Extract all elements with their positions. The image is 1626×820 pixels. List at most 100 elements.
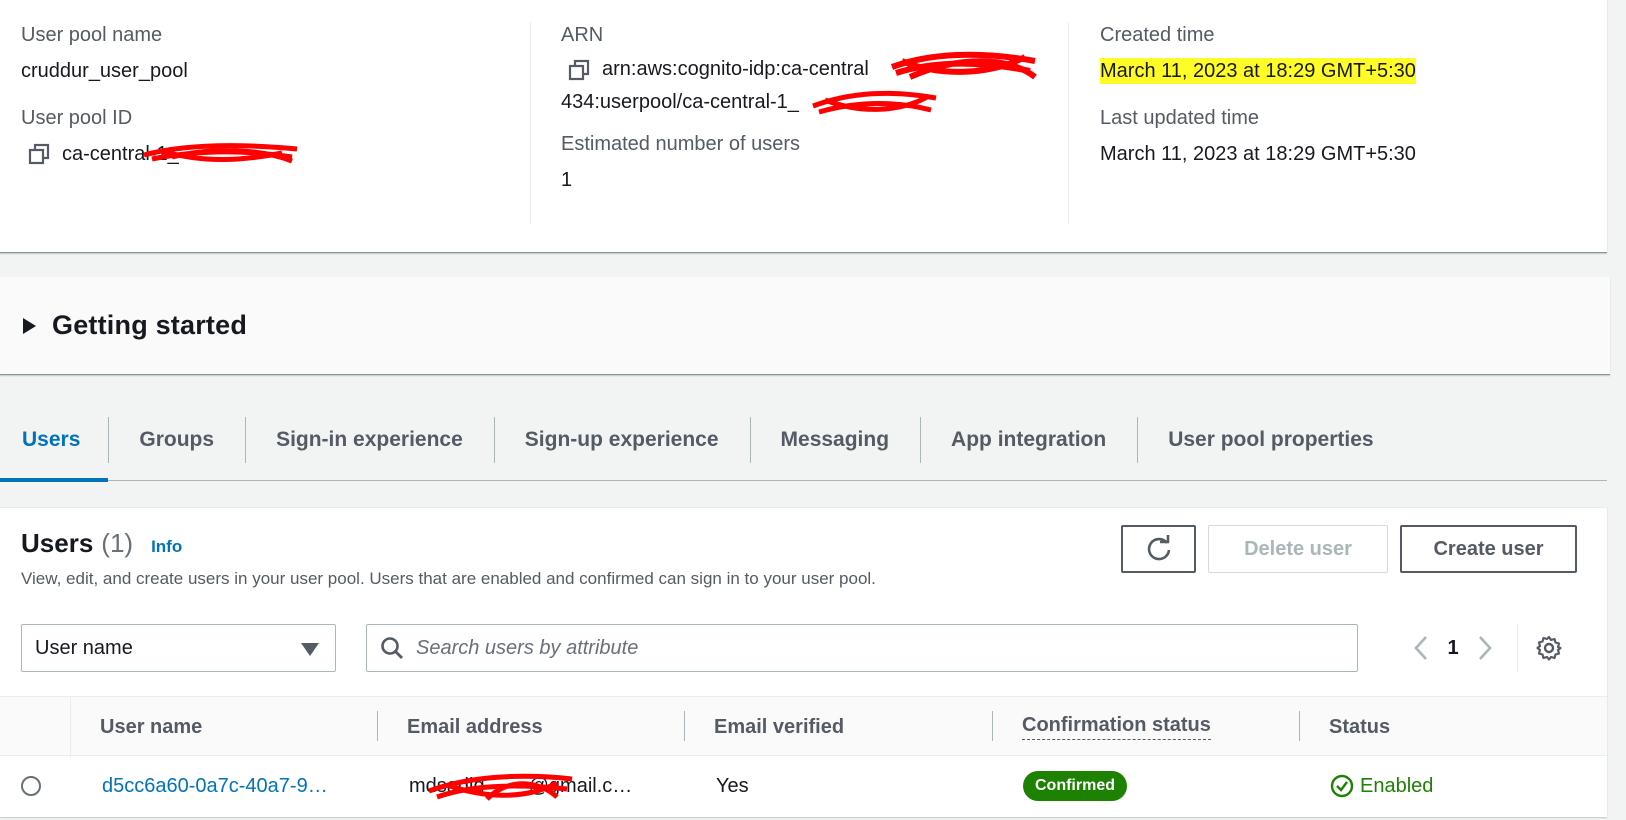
check-circle-icon <box>1330 774 1354 798</box>
users-table: User name Email address Email verified C… <box>0 696 1607 816</box>
delete-user-button[interactable]: Delete user <box>1208 525 1388 573</box>
tab-label: Messaging <box>780 428 890 451</box>
caret-down-icon <box>301 643 319 656</box>
estimated-users-label: Estimated number of users <box>561 133 800 155</box>
cell-user-name: d5cc6a60-0a7c-40a7-9… <box>72 756 328 816</box>
table-header: User name Email address Email verified C… <box>0 696 1607 757</box>
pool-name-label: User pool name <box>21 24 163 46</box>
tab-label: Users <box>22 428 81 451</box>
cell-status: Enabled <box>1300 756 1433 816</box>
details-column-1: User pool name cruddur_user_pool User po… <box>21 22 521 224</box>
create-user-button[interactable]: Create user <box>1400 525 1577 573</box>
arn-line-2-text: 434:userpool/ca-central-1_ <box>561 91 799 113</box>
updated-time-value: March 11, 2023 at 18:29 GMT+5:30 <box>1100 143 1416 165</box>
status-badge: Confirmed <box>1023 771 1127 801</box>
user-name-link[interactable]: d5cc6a60-0a7c-40a7-9… <box>102 775 328 798</box>
created-time-value-row: March 11, 2023 at 18:29 GMT+5:30 <box>1100 58 1588 84</box>
users-title-row: Users (1) Info <box>21 528 876 559</box>
column-header-label: Email verified <box>714 715 845 738</box>
cell-email-address: mdsadiq @gmail.c… <box>379 756 632 816</box>
created-time-field: Created time March 11, 2023 at 18:29 GMT… <box>1100 22 1588 84</box>
tab-groups[interactable]: Groups <box>108 415 245 481</box>
user-pool-tabs: Users Groups Sign-in experience Sign-up … <box>0 415 1607 482</box>
arn-label: ARN <box>561 24 604 46</box>
arn-value: arn:aws:cognito-idp:ca-central 434:userp… <box>561 51 1068 119</box>
arn-line-1: arn:aws:cognito-idp:ca-central <box>561 51 1068 86</box>
search-input[interactable] <box>416 636 1316 660</box>
tab-users[interactable]: Users <box>0 415 109 482</box>
search-field[interactable] <box>366 624 1358 672</box>
arn-line-2-redacted: 434:userpool/ca-central-1_ <box>561 86 937 119</box>
estimated-users-field: Estimated number of users 1 <box>561 131 1068 193</box>
pool-name-field: User pool name cruddur_user_pool <box>21 22 521 84</box>
copy-icon[interactable] <box>568 59 590 81</box>
details-column-3: Created time March 11, 2023 at 18:29 GMT… <box>1068 22 1588 224</box>
column-header-email-address[interactable]: Email address <box>377 697 543 757</box>
settings-gear-icon[interactable] <box>1526 624 1572 672</box>
getting-started-title: Getting started <box>52 310 248 340</box>
details-column-2: ARN arn:aws:cognito-idp:ca-central 434:u… <box>530 22 1068 224</box>
getting-started-expander[interactable]: Getting started <box>0 277 1610 375</box>
redaction-scribble <box>890 51 1037 80</box>
pool-id-field: User pool ID ca-central-1_ <box>21 105 521 167</box>
enabled-status-label: Enabled <box>1360 774 1434 797</box>
users-panel: Users (1) Info View, edit, and create us… <box>0 507 1607 817</box>
column-header-label: Email address <box>407 715 543 738</box>
chevron-left-icon[interactable] <box>1401 624 1441 672</box>
column-header-confirmation-status[interactable]: Confirmation status <box>992 697 1211 757</box>
property-filter-selected: User name <box>35 636 133 659</box>
cell-confirmation-status: Confirmed <box>993 756 1127 816</box>
pool-id-label: User pool ID <box>21 107 133 129</box>
updated-time-label: Last updated time <box>1100 107 1259 129</box>
user-pool-overview-card: User pool name cruddur_user_pool User po… <box>0 0 1607 253</box>
arn-field: ARN arn:aws:cognito-idp:ca-central 434:u… <box>561 22 1068 119</box>
users-header: Users (1) Info View, edit, and create us… <box>21 528 876 589</box>
pager-divider <box>1517 624 1518 672</box>
redaction-scribble <box>812 90 937 115</box>
updated-time-field: Last updated time March 11, 2023 at 18:2… <box>1100 105 1588 167</box>
column-header-user-name[interactable]: User name <box>70 697 202 757</box>
created-time-label: Created time <box>1100 24 1215 46</box>
tab-sign-in-experience[interactable]: Sign-in experience <box>245 415 494 481</box>
refresh-button[interactable] <box>1121 525 1196 573</box>
info-link[interactable]: Info <box>151 537 182 557</box>
pool-name-value: cruddur_user_pool <box>21 60 188 82</box>
pagination: 1 <box>1401 624 1572 672</box>
filter-row: User name 1 <box>21 624 1587 672</box>
pool-id-value-redacted: ca-central-1_ <box>62 141 298 167</box>
tab-label: Groups <box>139 428 215 451</box>
search-icon <box>381 637 403 659</box>
table-row[interactable]: d5cc6a60-0a7c-40a7-9… mdsadiq @gmail.c… Y… <box>0 756 1607 816</box>
column-header-label: Confirmation status <box>1022 714 1211 740</box>
page-number[interactable]: 1 <box>1441 637 1465 660</box>
arn-line-1-redacted: arn:aws:cognito-idp:ca-central <box>602 51 1037 86</box>
created-time-value: March 11, 2023 at 18:29 GMT+5:30 <box>1100 58 1416 84</box>
tab-sign-up-experience[interactable]: Sign-up experience <box>493 415 750 481</box>
column-header-label: User name <box>100 715 203 738</box>
tab-label: App integration <box>951 428 1107 451</box>
row-select-radio[interactable] <box>21 776 41 796</box>
chevron-right-icon[interactable] <box>1465 624 1505 672</box>
tab-label: Sign-up experience <box>524 428 719 451</box>
cell-email-verified: Yes <box>716 774 749 797</box>
tab-app-integration[interactable]: App integration <box>920 415 1137 481</box>
arn-line-2: 434:userpool/ca-central-1_ <box>561 86 1068 119</box>
users-count: (1) <box>101 528 134 558</box>
estimated-users-value: 1 <box>561 169 573 191</box>
tab-user-pool-properties[interactable]: User pool properties <box>1137 415 1404 481</box>
tab-messaging[interactable]: Messaging <box>749 415 921 481</box>
property-filter-select[interactable]: User name <box>21 624 336 672</box>
column-header-status[interactable]: Status <box>1299 697 1390 757</box>
users-actions: Delete user Create user <box>1121 525 1577 573</box>
refresh-icon <box>1147 535 1170 561</box>
column-header-email-verified[interactable]: Email verified <box>684 697 844 757</box>
enabled-status: Enabled <box>1330 774 1433 798</box>
redaction-scribble <box>428 773 573 801</box>
tab-label: User pool properties <box>1168 428 1374 451</box>
caret-right-icon <box>23 317 36 334</box>
users-description: View, edit, and create users in your use… <box>21 569 876 588</box>
tab-label: Sign-in experience <box>276 428 463 451</box>
redaction-scribble <box>143 143 298 164</box>
pool-id-value-row: ca-central-1_ <box>21 141 521 167</box>
copy-icon[interactable] <box>28 143 50 165</box>
